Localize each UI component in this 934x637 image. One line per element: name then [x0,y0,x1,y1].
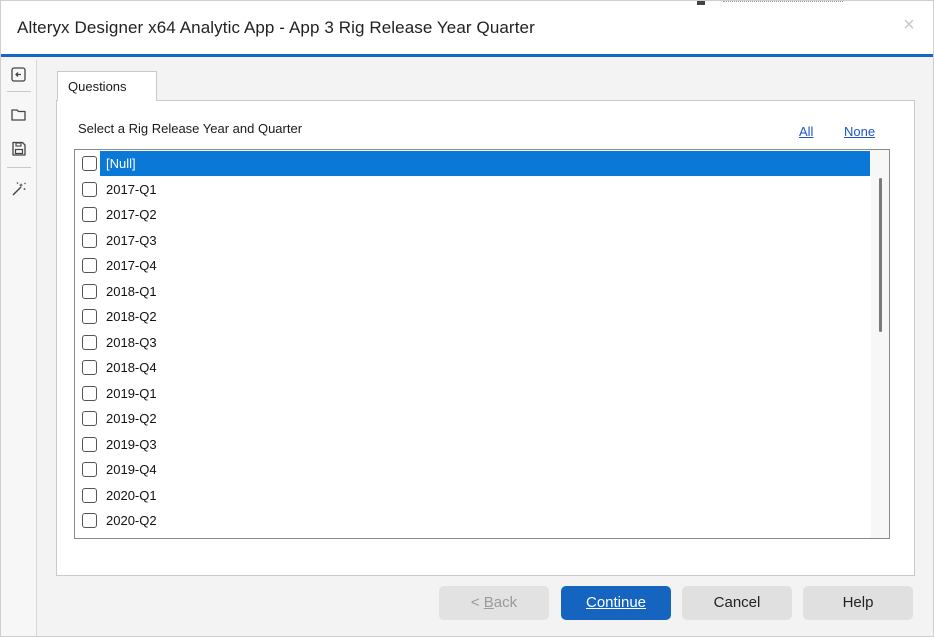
item-checkbox[interactable] [82,334,97,350]
collapse-panel-icon[interactable] [10,66,28,84]
analytic-app-window: Alteryx Designer x64 Analytic App - App … [0,0,934,637]
background-window-fragment-line [723,1,843,4]
item-checkbox[interactable] [82,207,97,222]
item-checkbox[interactable] [82,411,97,426]
item-checkbox[interactable] [82,156,97,171]
title-bar: Alteryx Designer x64 Analytic App - App … [1,1,933,57]
continue-button-rest: ontinue [596,594,647,611]
item-label: [Null] [106,156,136,171]
list-item[interactable]: 2018-Q2 [76,304,870,329]
window-title: Alteryx Designer x64 Analytic App - App … [17,18,535,37]
item-label: 2018-Q3 [106,334,157,350]
item-checkbox[interactable] [82,360,97,375]
list-item[interactable]: 2017-Q1 [76,177,870,202]
questions-panel: Select a Rig Release Year and Quarter Al… [56,100,915,576]
item-label: 2017-Q3 [106,232,157,248]
back-button-prefix: < [470,594,484,611]
item-checkbox[interactable] [82,258,97,273]
background-window-fragment [697,1,705,5]
list-item[interactable]: 2019-Q3 [76,432,870,457]
close-button[interactable]: × [899,15,919,35]
question-label: Select a Rig Release Year and Quarter [78,121,303,136]
item-label: 2020-Q1 [106,487,157,503]
list-item[interactable]: [Null] [76,151,870,176]
item-checkbox[interactable] [82,436,97,452]
item-label: 2020-Q2 [106,513,157,528]
list-item[interactable]: 2018-Q1 [76,279,870,304]
item-checkbox[interactable] [82,309,97,324]
item-checkbox[interactable] [82,513,97,528]
item-checkbox[interactable] [82,462,97,477]
save-icon[interactable] [10,140,28,158]
listbox-scrollbar[interactable] [871,150,889,538]
open-folder-icon[interactable] [10,106,28,124]
select-none-link[interactable]: None [844,124,875,139]
main-content: Questions Select a Rig Release Year and … [38,60,934,636]
list-item[interactable]: 2017-Q4 [76,253,870,278]
list-item[interactable]: 2019-Q2 [76,406,870,431]
list-item[interactable]: 2019-Q4 [76,457,870,482]
cancel-button[interactable]: Cancel [682,586,792,620]
item-checkbox[interactable] [82,181,97,197]
item-checkbox[interactable] [82,283,97,299]
list-item[interactable]: 2018-Q4 [76,355,870,380]
back-button-accel: B [483,594,494,611]
list-item[interactable]: 2019-Q1 [76,381,870,406]
select-all-link[interactable]: All [799,124,813,139]
tab-questions-label: Questions [68,79,127,94]
tab-questions[interactable]: Questions [57,71,157,101]
item-checkbox[interactable] [82,385,97,401]
item-label: 2019-Q4 [106,462,157,477]
list-item[interactable]: 2018-Q3 [76,330,870,355]
list-item[interactable]: 2020-Q1 [76,483,870,508]
year-quarter-listbox[interactable]: [Null] 2017-Q1 2017-Q2 2017-Q3 2017-Q4 2018-Q… [74,149,890,539]
magic-wand-icon[interactable] [10,180,28,198]
item-checkbox[interactable] [82,232,97,248]
list-item[interactable]: 2020-Q2 [76,508,870,533]
item-label: 2018-Q2 [106,309,157,324]
toolbar-separator [7,167,31,168]
item-label: 2017-Q4 [106,258,157,273]
scrollbar-thumb[interactable] [879,178,882,332]
item-label: 2017-Q1 [106,181,157,197]
item-label: 2019-Q1 [106,385,157,401]
back-button-rest: ack [493,594,518,611]
list-item[interactable]: 2017-Q3 [76,228,870,253]
item-label: 2018-Q4 [106,360,157,375]
continue-button[interactable]: Continue [561,586,671,620]
item-label: 2018-Q1 [106,283,157,299]
item-label: 2019-Q2 [106,411,157,426]
list-item[interactable]: 2017-Q2 [76,202,870,227]
left-toolbar [1,60,37,636]
selection-highlight [100,151,870,176]
help-button[interactable]: Help [803,586,913,620]
item-label: 2017-Q2 [106,207,157,222]
back-button[interactable]: < Back [439,586,549,620]
toolbar-separator [7,91,31,92]
item-label: 2019-Q3 [106,436,157,452]
continue-button-accel: C [585,594,597,611]
item-checkbox[interactable] [82,487,97,503]
